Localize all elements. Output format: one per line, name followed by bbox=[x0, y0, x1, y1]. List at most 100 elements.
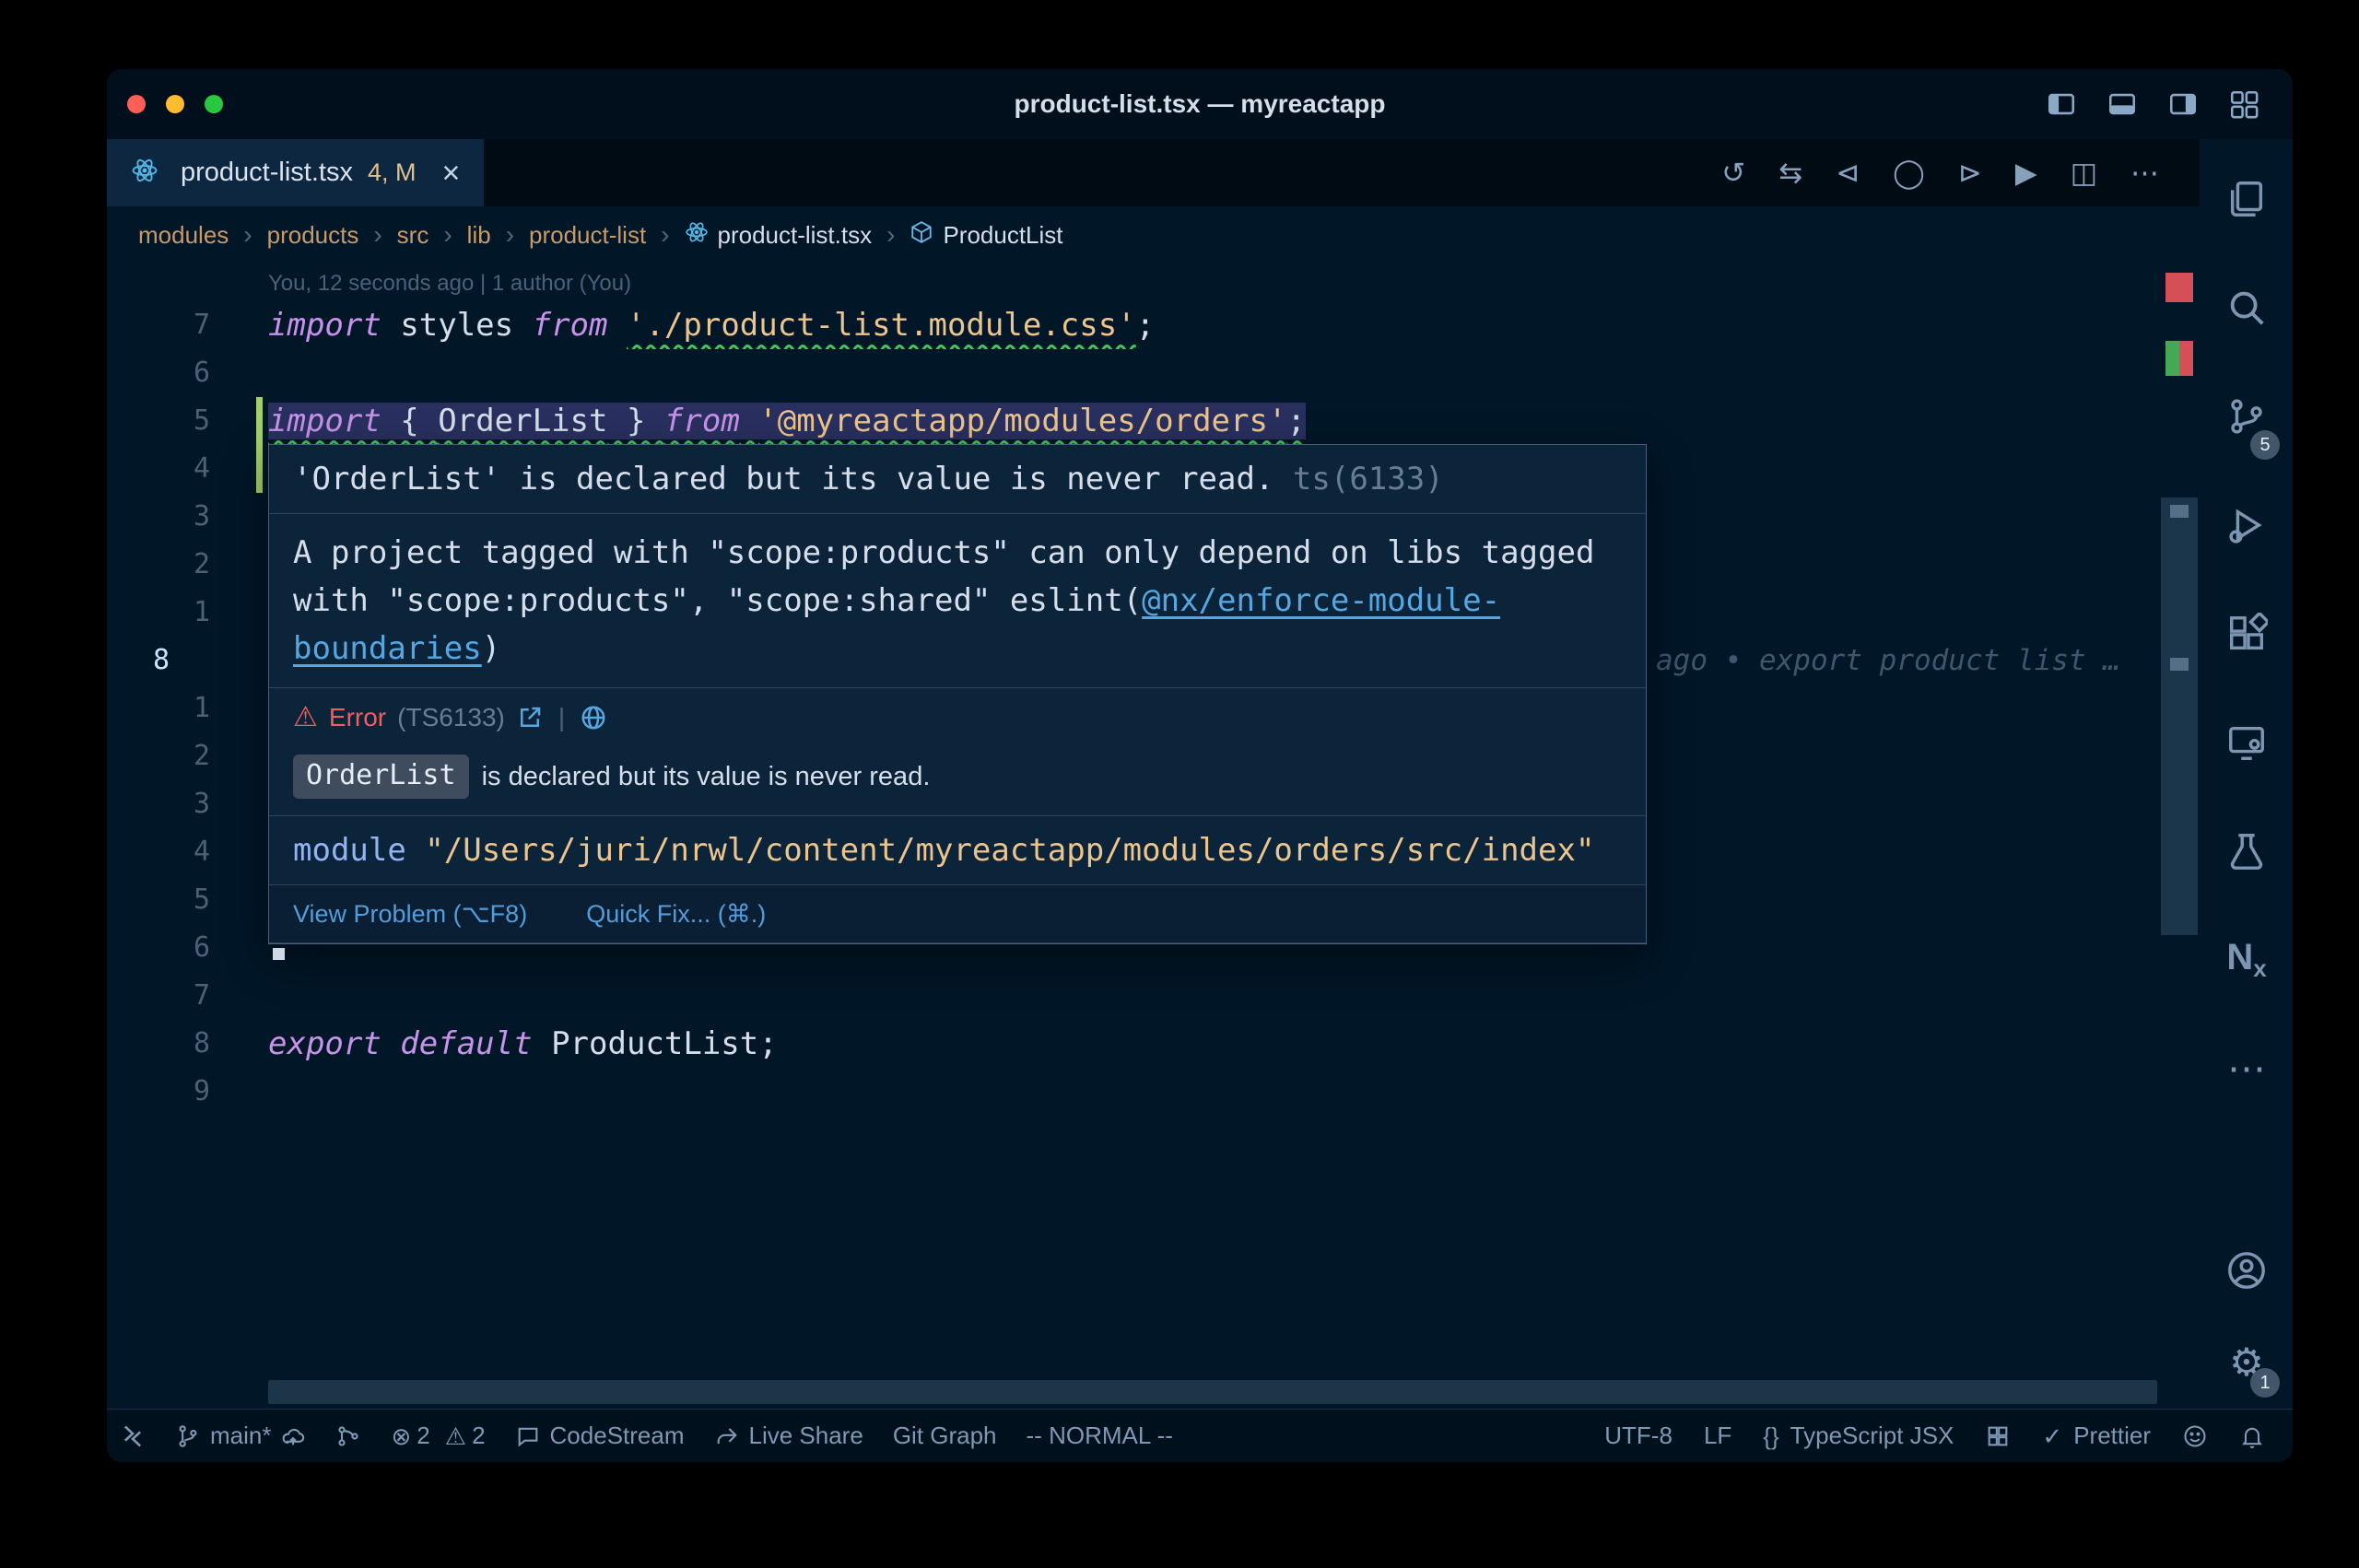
line-number: 6 bbox=[107, 349, 210, 397]
encoding-status-item[interactable]: UTF-8 bbox=[1604, 1422, 1672, 1450]
breadcrumb-src[interactable]: src bbox=[397, 221, 429, 250]
current-line-number: 8 bbox=[107, 637, 210, 685]
run-debug-icon[interactable] bbox=[2201, 471, 2293, 579]
line-number: 4 bbox=[107, 828, 210, 876]
source-control-graph-icon[interactable] bbox=[335, 1423, 361, 1449]
line-number: 3 bbox=[107, 780, 210, 828]
vertical-scrollbar-thumb[interactable] bbox=[2161, 497, 2198, 935]
code-line[interactable]: 9 bbox=[107, 1068, 2200, 1116]
toggle-panel-icon[interactable] bbox=[2107, 88, 2138, 120]
code-lens-blame[interactable]: You, 12 seconds ago | 1 author (You) bbox=[107, 263, 2200, 301]
breadcrumb: modules › products › src › lib › product… bbox=[107, 206, 2200, 263]
git-branch-icon bbox=[175, 1423, 201, 1449]
line-number: 2 bbox=[107, 541, 210, 589]
tab-close-icon[interactable]: × bbox=[441, 158, 460, 189]
explorer-icon[interactable] bbox=[2201, 145, 2293, 253]
horizontal-scrollbar-thumb[interactable] bbox=[268, 1380, 2157, 1404]
code-line[interactable]: 7 import styles from './product-list.mod… bbox=[107, 301, 2200, 349]
tab-label: product-list.tsx bbox=[181, 158, 353, 188]
breadcrumb-product-list[interactable]: product-list bbox=[529, 221, 646, 250]
run-file-icon[interactable]: ▶ bbox=[2015, 158, 2037, 187]
symbol-cube-icon bbox=[910, 220, 933, 251]
zoom-window-button[interactable] bbox=[205, 95, 223, 113]
accounts-icon[interactable] bbox=[2201, 1224, 2293, 1316]
code-line[interactable]: 6 bbox=[107, 349, 2200, 397]
error-icon: ⊗ bbox=[391, 1424, 411, 1448]
codestream-status-item[interactable]: CodeStream bbox=[515, 1422, 685, 1450]
git-compare-icon[interactable]: ⇆ bbox=[1778, 158, 1802, 187]
navigate-back-icon[interactable]: ⊲ bbox=[1836, 158, 1860, 187]
vscode-window: product-list.tsx — myreactapp bbox=[107, 69, 2293, 1462]
code-line[interactable]: 7 bbox=[107, 972, 2200, 1020]
breadcrumb-products[interactable]: products bbox=[267, 221, 359, 250]
check-icon: ✓ bbox=[2042, 1424, 2062, 1448]
extension-grid-icon[interactable] bbox=[1985, 1423, 2011, 1449]
code-text: import { OrderList } from '@myreactapp/m… bbox=[210, 397, 2200, 445]
hover-lint-rule: A project tagged with "scope:products" c… bbox=[269, 514, 1646, 688]
tab-product-list[interactable]: product-list.tsx 4, M × bbox=[107, 139, 485, 206]
breadcrumb-file[interactable]: product-list.tsx bbox=[718, 221, 873, 250]
remote-indicator-icon[interactable] bbox=[120, 1423, 146, 1449]
line-number: 9 bbox=[107, 1068, 210, 1116]
quick-fix-button[interactable]: Quick Fix... (⌘.) bbox=[586, 896, 766, 931]
editor-actions: ↺ ⇆ ⊲ ◯ ⊳ ▶ ◫ ⋯ bbox=[1721, 139, 2200, 206]
braces-icon: {} bbox=[1763, 1424, 1778, 1448]
code-line[interactable]: 8 export default ProductList; bbox=[107, 1020, 2200, 1068]
notifications-bell-icon[interactable] bbox=[2239, 1423, 2265, 1449]
hover-resize-handle[interactable] bbox=[273, 948, 285, 960]
code-line[interactable]: 5 import { OrderList } from '@myreactapp… bbox=[107, 397, 2200, 445]
feedback-icon[interactable] bbox=[2182, 1423, 2208, 1449]
line-number: 4 bbox=[107, 445, 210, 493]
line-number: 1 bbox=[107, 685, 210, 732]
change-ruler-mark bbox=[2165, 341, 2179, 376]
eol-status-item[interactable]: LF bbox=[1704, 1422, 1731, 1450]
source-control-icon[interactable]: 5 bbox=[2201, 362, 2293, 471]
prettier-status-item[interactable]: ✓ Prettier bbox=[2042, 1422, 2151, 1450]
local-history-icon[interactable]: ↺ bbox=[1721, 158, 1745, 187]
problems-status-item[interactable]: ⊗ 2 ⚠ 2 bbox=[391, 1422, 485, 1450]
external-link-icon[interactable] bbox=[516, 704, 544, 731]
toggle-primary-sidebar-icon[interactable] bbox=[2046, 88, 2077, 120]
git-graph-status-item[interactable]: Git Graph bbox=[893, 1422, 997, 1450]
react-file-icon bbox=[131, 157, 158, 189]
navigate-forward-icon[interactable]: ⊳ bbox=[1958, 158, 1982, 187]
cloud-upload-icon bbox=[280, 1423, 306, 1449]
chevron-right-icon: › bbox=[886, 220, 895, 250]
scm-count-badge: 5 bbox=[2250, 430, 2280, 460]
error-ruler-mark bbox=[2179, 341, 2193, 376]
search-icon[interactable] bbox=[2201, 253, 2293, 362]
hover-symbol-row: OrderList is declared but its value is n… bbox=[293, 753, 1622, 801]
remote-explorer-icon[interactable] bbox=[2201, 688, 2293, 797]
hover-summary: 'OrderList' is declared but its value is… bbox=[269, 445, 1646, 514]
close-window-button[interactable] bbox=[127, 95, 146, 113]
status-bar: main* ⊗ 2 ⚠ 2 CodeStream bbox=[107, 1409, 2293, 1462]
hover-severity-row: ⚠ Error (TS6133) | bbox=[293, 703, 1622, 732]
window-title: product-list.tsx — myreactapp bbox=[1015, 89, 1386, 119]
extensions-icon[interactable] bbox=[2201, 579, 2293, 688]
breadcrumb-symbol[interactable]: ProductList bbox=[943, 221, 1062, 250]
breadcrumb-modules[interactable]: modules bbox=[138, 221, 229, 250]
breadcrumb-lib[interactable]: lib bbox=[467, 221, 491, 250]
navigate-current-icon[interactable]: ◯ bbox=[1893, 158, 1925, 187]
share-icon bbox=[714, 1423, 740, 1449]
split-editor-icon[interactable]: ◫ bbox=[2071, 158, 2097, 187]
line-number: 5 bbox=[107, 397, 210, 445]
vim-mode-indicator[interactable]: -- NORMAL -- bbox=[1027, 1422, 1173, 1450]
language-status-item[interactable]: {} TypeScript JSX bbox=[1763, 1422, 1954, 1450]
branch-status-item[interactable]: main* bbox=[175, 1422, 306, 1450]
customize-layout-icon[interactable] bbox=[2228, 88, 2259, 120]
minimize-window-button[interactable] bbox=[166, 95, 184, 113]
globe-icon[interactable] bbox=[580, 704, 607, 731]
settings-gear-icon[interactable]: ⚙ 1 bbox=[2201, 1316, 2293, 1409]
view-problem-button[interactable]: View Problem (⌥F8) bbox=[293, 896, 527, 931]
code-editor[interactable]: You, 12 seconds ago | 1 author (You) 7 i… bbox=[107, 263, 2200, 1409]
live-share-status-item[interactable]: Live Share bbox=[714, 1422, 863, 1450]
hover-detail: ⚠ Error (TS6133) | bbox=[269, 688, 1646, 816]
additional-views-icon[interactable]: ⋯ bbox=[2201, 1014, 2293, 1123]
code-text: import styles from './product-list.modul… bbox=[210, 301, 2200, 349]
more-actions-icon[interactable]: ⋯ bbox=[2130, 158, 2159, 187]
testing-icon[interactable] bbox=[2201, 797, 2293, 906]
nx-console-icon[interactable]: Nx bbox=[2201, 906, 2293, 1014]
toggle-secondary-sidebar-icon[interactable] bbox=[2167, 88, 2199, 120]
line-number: 2 bbox=[107, 732, 210, 780]
